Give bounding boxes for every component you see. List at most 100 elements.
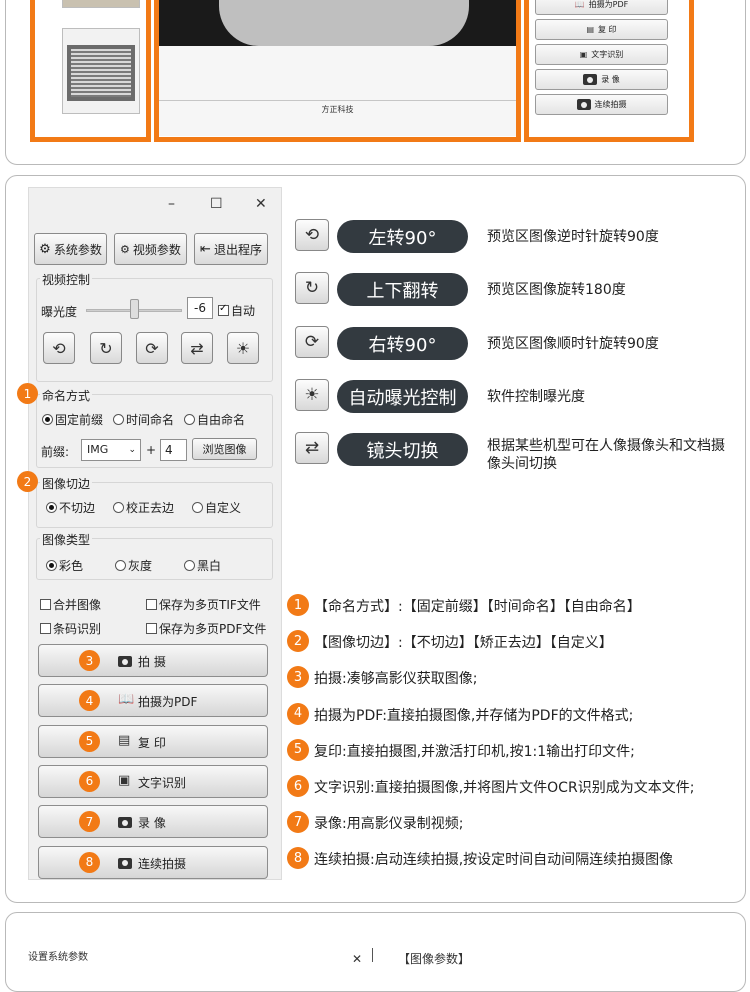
camera-icon	[583, 74, 598, 85]
naming-option-1[interactable]: 固定前缀	[42, 411, 103, 428]
top-camera-button-3[interactable]: ▣ 文字识别	[535, 44, 668, 65]
prefix-select[interactable]: IMG ⌄	[81, 439, 141, 461]
action-button-5[interactable]: 5 ▤ 复 印	[38, 724, 268, 758]
feature-text: 录像:用高影仪录制视频;	[314, 816, 464, 833]
naming-radio	[113, 414, 125, 425]
group-badge-2: 2	[17, 471, 38, 492]
cropping-option-3[interactable]: 自定义	[192, 499, 241, 516]
save-pdf-checkbox[interactable]: 保存为多页PDF文件	[146, 620, 266, 637]
camera-icon	[118, 857, 132, 869]
top-camera-button-4[interactable]: 录 像	[535, 69, 668, 90]
lens-switch-icon: ⇄	[190, 338, 204, 358]
flip-icon: ↻	[99, 338, 113, 358]
cropping-option-2[interactable]: 校正去边	[113, 499, 174, 516]
feature-text: 文字识别:直接拍摄图像,并将图片文件OCR识别成为文本文件;	[314, 780, 695, 796]
image-type-option-label: 彩色	[59, 559, 84, 573]
top-camera-button-1[interactable]: 📖 拍摄为PDF	[535, 0, 668, 15]
image-type-radio	[115, 560, 127, 571]
top-camera-button-label: 拍摄为PDF	[588, 0, 629, 9]
exit-button[interactable]: ⇤ 退出程序	[194, 233, 268, 265]
chevron-down-icon: ⌄	[128, 445, 136, 455]
barcode-checkbox[interactable]: 条码识别	[40, 620, 101, 637]
book-icon: 📖	[118, 692, 135, 708]
lens-switch-button[interactable]: ⇄	[181, 332, 213, 364]
rotate-right-icon: ⟳	[145, 338, 159, 358]
action-button-7[interactable]: 7 录 像	[38, 805, 268, 839]
lens-switch-icon: ⇄	[304, 438, 320, 458]
settings-close-button[interactable]: ✕	[352, 952, 362, 966]
action-button-label: 文字识别	[138, 775, 187, 790]
rotate-right-icon: ⟳	[304, 332, 320, 352]
system-params-button[interactable]: ⚙ 系统参数	[34, 233, 107, 265]
action-button-label: 拍 摄	[138, 655, 166, 669]
action-button-3[interactable]: 3 拍 摄	[38, 644, 268, 677]
top-camera-button-label: 文字识别	[591, 50, 624, 59]
brand-footer: 方正科技	[321, 105, 354, 114]
gears-icon: ⚙	[120, 242, 130, 256]
action-button-4[interactable]: 4 📖 拍摄为PDF	[38, 684, 268, 718]
top-camera-button-label: 连续拍摄	[594, 100, 627, 109]
flip-button[interactable]: ↻	[90, 332, 122, 364]
legend-pill: 右转90°	[337, 327, 468, 360]
image-type-option-label: 灰度	[128, 559, 153, 573]
cropping-radio	[113, 502, 125, 513]
maximize-button[interactable]: ☐	[210, 196, 223, 212]
rotate-left-button[interactable]: ⟲	[43, 332, 75, 364]
top-camera-button-label: 复 印	[598, 25, 617, 34]
merge-checkbox-box	[40, 599, 51, 610]
action-badge: 3	[79, 650, 100, 671]
naming-option-2[interactable]: 时间命名	[113, 411, 174, 428]
legend-description: 预览区图像旋转180度	[487, 282, 626, 298]
image-type-option-1[interactable]: 彩色	[46, 557, 83, 574]
close-button[interactable]: ✕	[255, 196, 267, 212]
exposure-button[interactable]: ☀	[227, 332, 259, 364]
thumbnail-1[interactable]	[62, 0, 140, 8]
top-camera-button-5[interactable]: 连续拍摄	[535, 94, 668, 115]
plus-sign: +	[146, 443, 157, 457]
action-badge: 7	[79, 811, 100, 833]
feature-badge: 4	[287, 702, 309, 725]
cropping-radio	[46, 502, 57, 513]
top-camera-button-2[interactable]: ▤ 复 印	[535, 19, 668, 40]
browse-images-button[interactable]: 浏览图像	[192, 438, 257, 460]
video-params-button[interactable]: ⚙ 视频参数	[114, 233, 187, 265]
counter-field[interactable]: 4	[160, 439, 187, 461]
settings-dialog-title: 设置系统参数	[28, 952, 88, 963]
thumbnail-2[interactable]	[62, 28, 140, 114]
image-type-option-2[interactable]: 灰度	[115, 557, 152, 574]
action-button-label: 拍摄为PDF	[138, 695, 198, 710]
action-button-8[interactable]: 8 连续拍摄	[38, 845, 268, 879]
feature-text: 连续拍摄:启动连续拍摄,按设定时间自动间隔连续拍摄图像	[314, 852, 674, 869]
naming-radio	[42, 414, 53, 425]
naming-label: 命名方式	[40, 387, 93, 404]
cropping-option-1[interactable]: 不切边	[46, 499, 95, 516]
image-type-option-3[interactable]: 黑白	[184, 557, 221, 574]
top-camera-button-label: 录 像	[601, 75, 620, 84]
exposure-value-field[interactable]: -6	[187, 297, 213, 319]
ocr-icon: ▣	[118, 772, 131, 788]
rotate-right-button[interactable]: ⟳	[136, 332, 168, 364]
cropping-options: 不切边 校正去边 自定义	[46, 499, 272, 516]
feature-text: 拍摄:凑够高影仪获取图像;	[314, 671, 478, 688]
cropping-radio	[192, 502, 204, 513]
action-button-6[interactable]: 6 ▣ 文字识别	[38, 764, 268, 798]
system-settings-card	[5, 912, 746, 992]
merge-images-checkbox[interactable]: 合并图像	[40, 596, 101, 613]
minimize-button[interactable]: –	[168, 196, 175, 212]
legend-pill: 自动曝光控制	[337, 380, 468, 413]
action-button-label: 连续拍摄	[138, 856, 187, 871]
feature-badge: 5	[287, 738, 309, 761]
naming-option-3[interactable]: 自由命名	[184, 411, 245, 428]
naming-radio	[184, 414, 196, 425]
legend-description: 预览区图像顺时针旋转90度	[487, 336, 659, 352]
action-badge: 5	[79, 730, 100, 752]
auto-exposure-checkbox[interactable]: 自动	[218, 302, 255, 319]
legend-description: 根据某些机型可在人像摄像头和文档摄像头间切换	[487, 438, 725, 472]
exposure-slider-thumb[interactable]	[130, 299, 139, 319]
group-badge-1: 1	[17, 383, 38, 404]
flip-icon: ↻	[304, 278, 320, 298]
camera-icon	[118, 817, 132, 829]
ocr-icon: ▣	[579, 50, 588, 59]
save-tif-checkbox[interactable]: 保存为多页TIF文件	[146, 596, 261, 613]
exposure-icon: ☀	[304, 385, 320, 405]
